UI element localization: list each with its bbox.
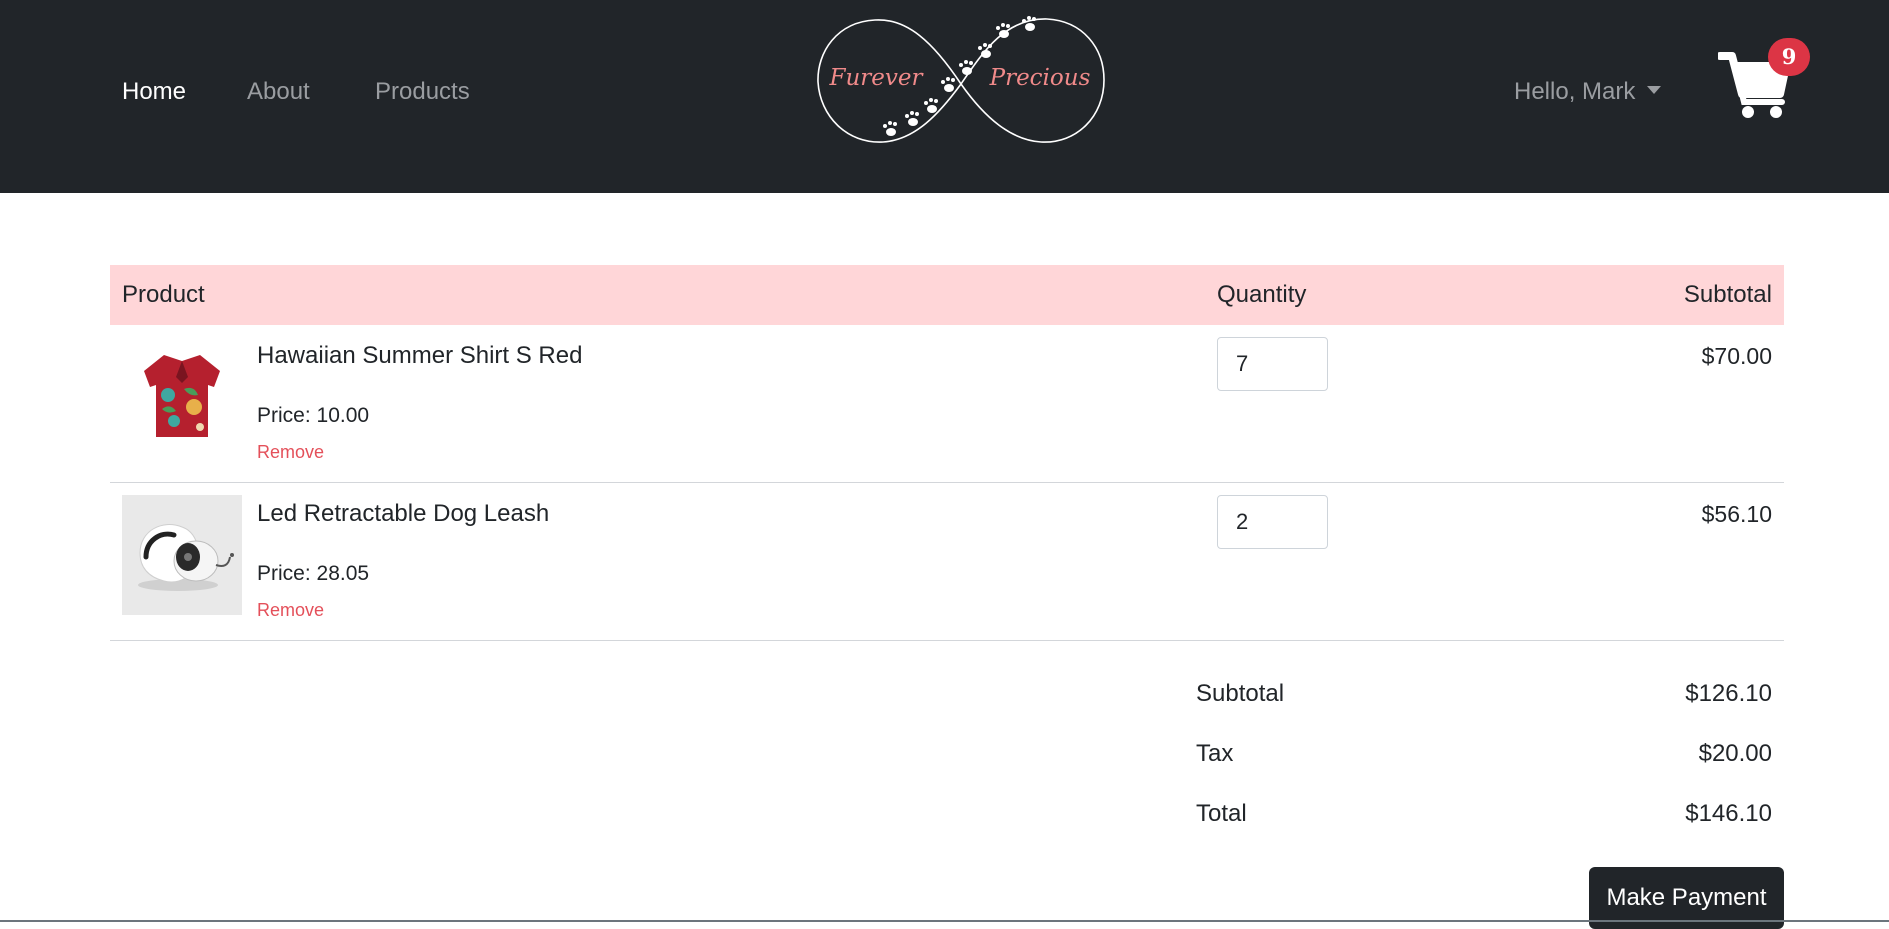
logo-text-left: Furever: [829, 65, 925, 91]
top-navbar: Home About Products Furever Precious Hel…: [0, 0, 1889, 193]
caret-down-icon: [1647, 85, 1662, 94]
summary-subtotal-label: Subtotal: [1196, 680, 1285, 707]
logo-text-right: Precious: [989, 65, 1091, 91]
summary-total-label: Total: [1196, 800, 1247, 827]
nav-link-home[interactable]: Home: [122, 77, 186, 107]
quantity-input[interactable]: [1217, 495, 1328, 549]
summary-tax-label: Tax: [1196, 740, 1234, 767]
nav-link-about[interactable]: About: [247, 77, 310, 107]
row-subtotal: $56.10: [1701, 501, 1772, 527]
summary-subtotal-row: Subtotal $126.10: [1196, 667, 1772, 727]
header-quantity: Quantity: [1217, 281, 1307, 308]
remove-item-button[interactable]: Remove: [257, 599, 324, 621]
row-subtotal: $70.00: [1701, 343, 1772, 369]
table-row: Hawaiian Summer Shirt S Red Price: 10.00…: [110, 325, 1784, 483]
product-price: Price: 28.05: [257, 562, 370, 585]
quantity-input[interactable]: [1217, 337, 1328, 391]
hawaiian-shirt-image: [122, 337, 242, 457]
summary-total-row: Total $146.10: [1196, 787, 1772, 847]
cart-table: Product Quantity Subtotal Hawaiian Summe…: [110, 265, 1784, 641]
user-menu-dropdown[interactable]: Hello, Mark: [1514, 77, 1662, 107]
product-name[interactable]: Led Retractable Dog Leash: [257, 499, 549, 529]
header-product: Product: [122, 281, 205, 308]
summary-tax-value: $20.00: [1698, 740, 1772, 767]
table-header-row: Product Quantity Subtotal: [110, 265, 1784, 325]
order-summary: Subtotal $126.10 Tax $20.00 Total $146.1…: [1196, 667, 1772, 847]
header-subtotal: Subtotal: [1683, 281, 1772, 308]
user-greeting: Hello, Mark: [1514, 78, 1636, 105]
remove-item-button[interactable]: Remove: [257, 441, 324, 463]
brand-logo[interactable]: Furever Precious: [815, 16, 1107, 146]
summary-subtotal-value: $126.10: [1685, 680, 1772, 707]
product-price: Price: 10.00: [257, 404, 370, 427]
nav-link-products[interactable]: Products: [375, 77, 470, 107]
cart-count-badge: 9: [1768, 38, 1810, 76]
summary-total-value: $146.10: [1685, 800, 1772, 827]
summary-tax-row: Tax $20.00: [1196, 727, 1772, 787]
table-row: Led Retractable Dog Leash Price: 28.05 R…: [110, 483, 1784, 641]
dog-leash-image: [122, 495, 242, 615]
product-name[interactable]: Hawaiian Summer Shirt S Red: [257, 341, 582, 371]
